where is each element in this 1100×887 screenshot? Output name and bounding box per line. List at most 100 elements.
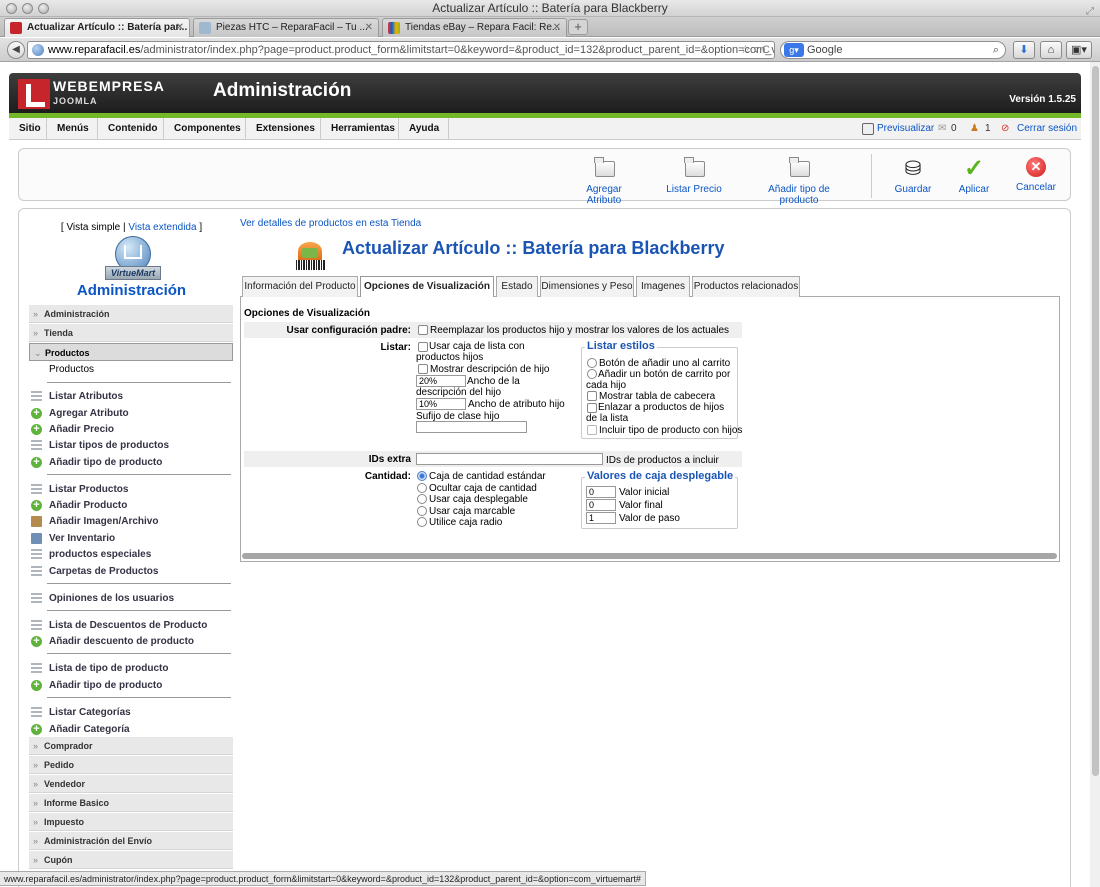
sidebar-item-agregar-atributo[interactable]: Agregar Atributo bbox=[29, 405, 233, 422]
sidebar-item-anadir-imagen[interactable]: Añadir Imagen/Archivo bbox=[29, 513, 233, 530]
users-icon[interactable]: ♟ bbox=[970, 118, 979, 140]
view-extended-link[interactable]: Vista extendida bbox=[128, 222, 196, 233]
sidebar-item-anadir-precio[interactable]: Añadir Precio bbox=[29, 421, 233, 438]
parent-config-checkbox[interactable] bbox=[418, 325, 428, 335]
sidebar-section-comprador[interactable]: Comprador bbox=[29, 737, 233, 755]
add-product-type-button[interactable]: Añadir tipo de producto bbox=[749, 157, 849, 206]
back-button[interactable]: ◀ bbox=[7, 41, 25, 59]
view-simple-link[interactable]: [ Vista simple | bbox=[61, 222, 126, 233]
sidebar-item-lista-tipo[interactable]: Lista de tipo de producto bbox=[29, 660, 233, 677]
sidebar-item-listar-tipos[interactable]: Listar tipos de productos bbox=[29, 437, 233, 454]
messages-count[interactable]: 0 bbox=[951, 118, 957, 140]
menu-ayuda[interactable]: Ayuda bbox=[399, 118, 449, 140]
menu-contenido[interactable]: Contenido bbox=[98, 118, 164, 140]
sidebar-item-anadir-producto[interactable]: Añadir Producto bbox=[29, 497, 233, 514]
browser-tab-1[interactable]: Actualizar Artículo :: Batería par... ✕ bbox=[4, 18, 190, 37]
minimize-window-icon[interactable] bbox=[22, 3, 33, 14]
logout-icon[interactable]: ⊘ bbox=[1001, 118, 1009, 140]
zoom-window-icon[interactable] bbox=[38, 3, 49, 14]
menu-icon[interactable]: ▣▾ bbox=[1066, 41, 1092, 59]
plus-icon bbox=[31, 497, 42, 514]
preview-icon[interactable] bbox=[862, 123, 874, 135]
sidebar-section-envio[interactable]: Administración del Envío bbox=[29, 832, 233, 850]
quantity-dropdown-radio[interactable] bbox=[417, 494, 427, 504]
sidebar-section-productos[interactable]: Productos bbox=[29, 343, 233, 362]
tab-informacion[interactable]: Información del Producto bbox=[242, 276, 358, 297]
sidebar-section-pedido[interactable]: Pedido bbox=[29, 756, 233, 774]
quantity-checkbox-radio[interactable] bbox=[417, 506, 427, 516]
tab-dimensiones[interactable]: Dimensiones y Peso bbox=[540, 276, 634, 297]
search-icon[interactable]: ⌕ bbox=[993, 42, 999, 58]
browser-tab-2[interactable]: Piezas HTC – ReparaFacil – Tu ... ✕ bbox=[193, 18, 379, 37]
vertical-scrollbar-thumb[interactable] bbox=[1092, 66, 1099, 776]
sidebar-section-administracion[interactable]: Administración bbox=[29, 305, 233, 323]
quantity-standard-radio[interactable] bbox=[417, 471, 427, 481]
sidebar-section-impuesto[interactable]: Impuesto bbox=[29, 813, 233, 831]
attr-width-input[interactable]: 10% bbox=[416, 398, 466, 410]
sidebar-item-carpetas[interactable]: Carpetas de Productos bbox=[29, 563, 233, 580]
close-window-icon[interactable] bbox=[6, 3, 17, 14]
sidebar-sub-productos[interactable]: Productos bbox=[49, 364, 94, 375]
sidebar-item-listar-productos[interactable]: Listar Productos bbox=[29, 481, 233, 498]
bookmark-star-icon[interactable]: ☆ ▿ C bbox=[741, 42, 770, 58]
browser-tab-3[interactable]: Tiendas eBay – Repara Facil: Re... ✕ bbox=[382, 18, 567, 37]
plus-icon bbox=[31, 421, 42, 438]
sidebar-section-informe[interactable]: Informe Basico bbox=[29, 794, 233, 812]
close-tab-icon[interactable]: ✕ bbox=[176, 19, 184, 36]
cancel-button[interactable]: ✕ Cancelar bbox=[1014, 157, 1058, 193]
class-suffix-input[interactable] bbox=[416, 421, 527, 433]
product-tabs: Información del Producto Opciones de Vis… bbox=[240, 276, 1060, 298]
tab-productos-relacionados[interactable]: Productos relacionados bbox=[692, 276, 800, 297]
horizontal-scrollbar[interactable] bbox=[242, 553, 1057, 559]
preview-link[interactable]: Previsualizar bbox=[877, 118, 934, 140]
sidebar-section-tienda[interactable]: Tienda bbox=[29, 324, 233, 342]
initial-value-input[interactable]: 0 bbox=[586, 486, 616, 498]
new-tab-button[interactable]: + bbox=[568, 19, 588, 35]
save-button[interactable]: ⛁ Guardar bbox=[893, 157, 933, 195]
apply-button[interactable]: ✓ Aplicar bbox=[954, 157, 994, 196]
google-icon[interactable]: g▾ bbox=[784, 43, 804, 57]
users-count[interactable]: 1 bbox=[985, 118, 991, 140]
logout-link[interactable]: Cerrar sesión bbox=[1017, 118, 1077, 140]
messages-icon[interactable]: ✉ bbox=[938, 118, 946, 140]
sidebar-section-cupon[interactable]: Cupón bbox=[29, 851, 233, 869]
show-header-checkbox[interactable] bbox=[587, 391, 597, 401]
downloads-icon[interactable]: ⬇ bbox=[1013, 41, 1035, 59]
quantity-radio-radio[interactable] bbox=[417, 517, 427, 527]
webempresa-logo-icon bbox=[18, 79, 50, 109]
sidebar-item-productos-especiales[interactable]: productos especiales bbox=[29, 546, 233, 563]
final-value-input[interactable]: 0 bbox=[586, 499, 616, 511]
sidebar-item-anadir-descuento[interactable]: Añadir descuento de producto bbox=[29, 633, 233, 650]
tab-imagenes[interactable]: Imagenes bbox=[636, 276, 690, 297]
step-value-input[interactable]: 1 bbox=[586, 512, 616, 524]
sidebar-item-anadir-tipo-2[interactable]: Añadir tipo de producto bbox=[29, 677, 233, 694]
sidebar-item-anadir-tipo[interactable]: Añadir tipo de producto bbox=[29, 454, 233, 471]
style-add-one-radio[interactable] bbox=[587, 358, 597, 368]
menu-herramientas[interactable]: Herramientas bbox=[321, 118, 399, 140]
menu-extensiones[interactable]: Extensiones bbox=[246, 118, 321, 140]
menu-componentes[interactable]: Componentes bbox=[164, 118, 246, 140]
tab-estado[interactable]: Estado bbox=[496, 276, 538, 297]
close-tab-icon[interactable]: ✕ bbox=[553, 19, 561, 36]
menu-menus[interactable]: Menús bbox=[47, 118, 98, 140]
product-details-link[interactable]: Ver detalles de productos en esta Tienda bbox=[240, 218, 421, 229]
quantity-hide-radio[interactable] bbox=[417, 483, 427, 493]
sidebar-section-vendedor[interactable]: Vendedor bbox=[29, 775, 233, 793]
extra-ids-input[interactable] bbox=[416, 453, 603, 465]
menu-sitio[interactable]: Sitio bbox=[9, 118, 47, 140]
show-child-desc-checkbox[interactable] bbox=[418, 364, 428, 374]
sidebar-item-lista-descuentos[interactable]: Lista de Descuentos de Producto bbox=[29, 617, 233, 634]
tab-opciones-visualizacion[interactable]: Opciones de Visualización bbox=[360, 276, 494, 298]
url-bar[interactable]: www.reparafacil.es/administrator/index.p… bbox=[27, 41, 775, 59]
list-price-button[interactable]: Listar Precio bbox=[664, 157, 724, 195]
add-attribute-button[interactable]: Agregar Atributo bbox=[569, 157, 639, 206]
sidebar-item-listar-atributos[interactable]: Listar Atributos bbox=[29, 388, 233, 405]
sidebar-item-anadir-categoria[interactable]: Añadir Categoría bbox=[29, 721, 233, 738]
include-type-checkbox[interactable] bbox=[587, 425, 597, 435]
sidebar-item-ver-inventario[interactable]: Ver Inventario bbox=[29, 530, 233, 547]
home-icon[interactable]: ⌂ bbox=[1040, 41, 1062, 59]
sidebar-item-opiniones[interactable]: Opiniones de los usuarios bbox=[29, 590, 233, 607]
search-input[interactable]: g▾ Google ⌕ bbox=[780, 41, 1006, 59]
sidebar-item-listar-categorias[interactable]: Listar Categorías bbox=[29, 704, 233, 721]
close-tab-icon[interactable]: ✕ bbox=[365, 19, 373, 36]
